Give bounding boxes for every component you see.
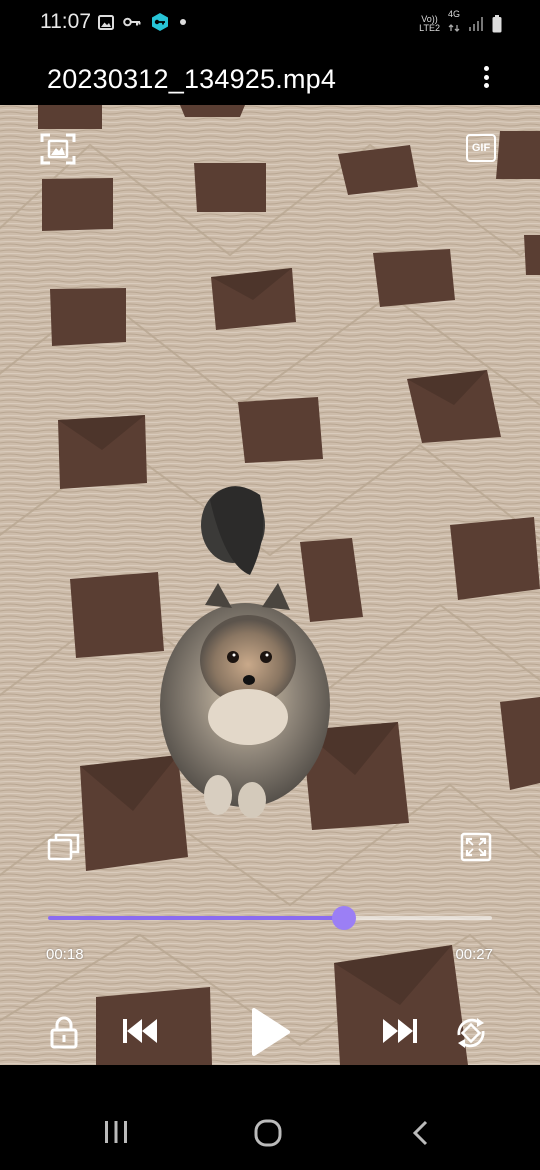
back-button[interactable] — [400, 1117, 440, 1149]
vpn-key-icon — [152, 13, 168, 31]
lte-label: LTE2 — [419, 22, 440, 33]
rotate-button[interactable] — [452, 1014, 490, 1052]
total-duration: 00:27 — [455, 946, 493, 963]
fullscreen-icon — [460, 832, 492, 862]
popup-view-icon — [47, 833, 80, 861]
data-indicator: 4G — [448, 10, 460, 37]
title-bar: 20230312_134925.mp4 — [0, 44, 540, 105]
recent-apps-icon — [105, 1121, 127, 1143]
recent-apps-button[interactable] — [96, 1117, 136, 1147]
video-frame[interactable]: GIF 00:18 00:27 — [0, 105, 540, 1065]
capture-frame-icon — [40, 133, 76, 165]
home-icon — [254, 1119, 282, 1147]
seek-progress — [48, 916, 344, 920]
status-bar: 11:07 Vo)) LTE2 4G — [0, 0, 540, 44]
notification-dot-icon — [180, 19, 186, 25]
lock-button[interactable] — [48, 1013, 80, 1051]
volte-indicator: Vo)) LTE2 — [419, 14, 440, 33]
battery-icon — [492, 14, 502, 32]
notification-icons — [98, 12, 187, 32]
seek-thumb[interactable] — [332, 906, 356, 930]
home-button[interactable] — [248, 1115, 288, 1151]
previous-button[interactable] — [120, 1015, 160, 1047]
fullscreen-button[interactable] — [460, 832, 492, 862]
play-button[interactable] — [245, 1005, 295, 1059]
signal-strength-icon — [469, 16, 483, 31]
rotate-icon — [457, 1018, 485, 1048]
more-options-button[interactable] — [476, 62, 496, 92]
data-arrows-icon — [448, 24, 460, 32]
elapsed-time: 00:18 — [46, 946, 84, 963]
video-file-name: 20230312_134925.mp4 — [47, 64, 337, 94]
gallery-notification-icon — [98, 14, 114, 30]
more-options-icon — [483, 66, 489, 71]
lock-icon — [50, 1016, 78, 1049]
gif-button[interactable]: GIF — [466, 134, 496, 162]
key-icon — [123, 17, 141, 27]
play-icon — [252, 1008, 290, 1056]
skip-previous-icon — [123, 1019, 157, 1043]
status-time: 11:07 — [40, 10, 91, 33]
seek-bar[interactable] — [48, 906, 492, 930]
popup-view-button[interactable] — [47, 832, 81, 862]
navigation-bar — [0, 1065, 540, 1170]
skip-next-icon — [383, 1019, 417, 1043]
network-type-label: 4G — [447, 9, 460, 19]
capture-button[interactable] — [40, 132, 76, 166]
next-button[interactable] — [380, 1015, 420, 1047]
back-icon — [412, 1120, 428, 1146]
system-icons: Vo)) LTE2 4G — [419, 10, 502, 37]
gif-label: GIF — [471, 142, 491, 154]
video-image — [0, 105, 540, 1065]
